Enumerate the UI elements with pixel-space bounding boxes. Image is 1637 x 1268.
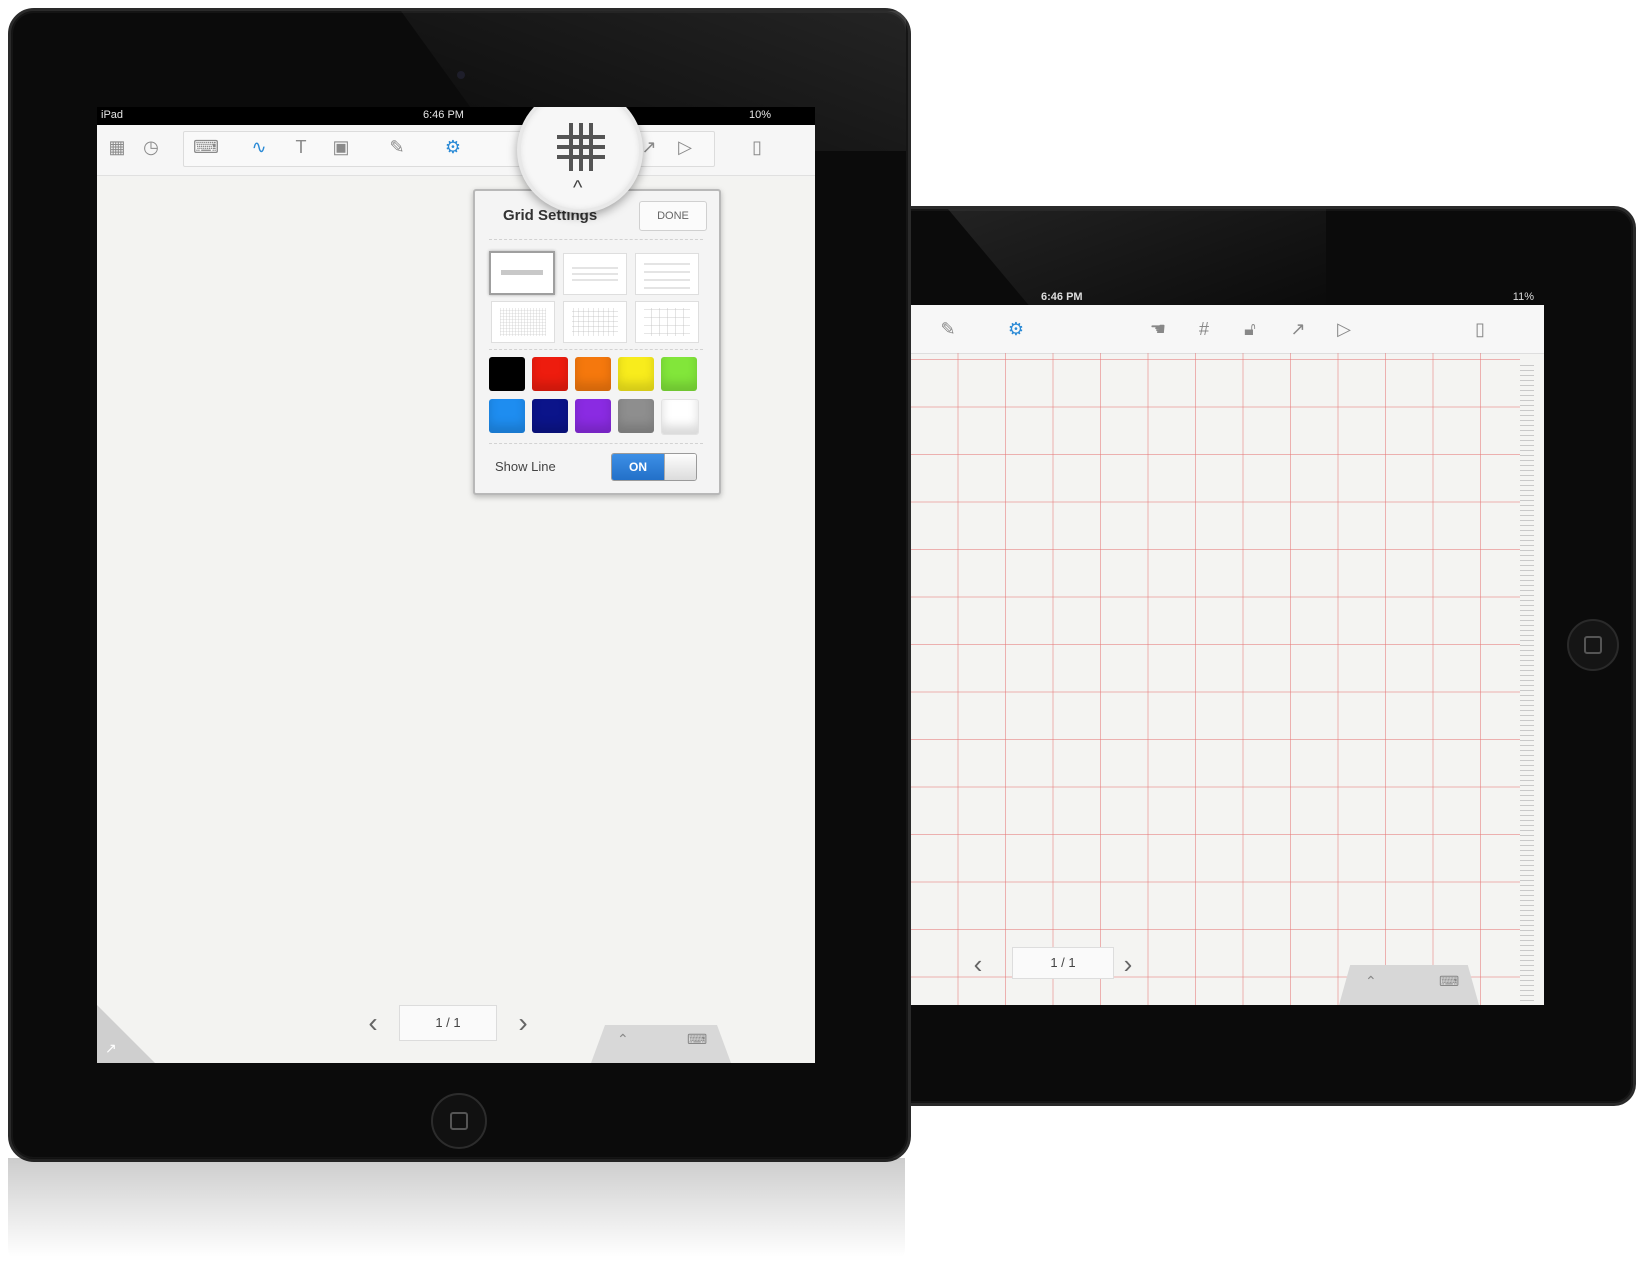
status-time: 6:46 PM [1041, 291, 1083, 303]
color-swatch[interactable] [489, 357, 525, 391]
double-line-icon [572, 267, 618, 281]
medium-grid-icon [572, 308, 618, 336]
grid-paper[interactable] [906, 353, 1520, 1005]
toggle-state: ON [612, 454, 664, 480]
toolbar: ▦ ◷ ⌨ ∿ T ▣ ✎ ⚙ ↗ ▷ ▯ [97, 125, 815, 176]
color-swatch[interactable] [532, 399, 568, 433]
line-style-triple[interactable] [635, 253, 699, 295]
toolbar: ✎ ⚙ ☚ # 🔓︎ ↗ ▷ ▯ [906, 305, 1544, 354]
single-line-icon [501, 270, 543, 275]
keyboard-icon[interactable]: ⌨ [193, 135, 219, 159]
triple-line-icon [644, 263, 690, 289]
home-button[interactable] [431, 1093, 487, 1149]
next-page-button[interactable]: › [1116, 949, 1140, 980]
color-swatch[interactable] [618, 357, 654, 391]
color-swatch[interactable] [661, 399, 699, 435]
grid-style-fine[interactable] [491, 301, 555, 343]
status-time: 6:46 PM [423, 109, 464, 121]
landscape-ipad: 6:46 PM 11% ✎ ⚙ ☚ # 🔓︎ ↗ ▷ ▯ ‹ 1 / 1 › ⌃… [906, 206, 1636, 1106]
color-swatch[interactable] [489, 399, 525, 433]
show-line-label: Show Line [495, 459, 556, 474]
camera [457, 71, 465, 79]
grid-icon[interactable] [555, 121, 607, 173]
share-icon[interactable]: ↗ [1286, 317, 1310, 341]
bottom-tray[interactable]: ⌃ ⌨ [1339, 965, 1479, 1005]
grid-settings-popover: Grid Settings DONE Show Line ON [473, 189, 721, 495]
done-button[interactable]: DONE [639, 201, 707, 231]
grid-style-medium[interactable] [563, 301, 627, 343]
grid-style-large[interactable] [635, 301, 699, 343]
text-icon[interactable]: T [291, 135, 311, 159]
apps-grid-icon[interactable]: ▦ [107, 135, 127, 159]
pen-icon[interactable]: ∿ [249, 135, 269, 159]
caret-icon: ^ [573, 177, 583, 199]
device-reflection [8, 1158, 905, 1268]
divider [489, 239, 703, 240]
settings-gear-icon[interactable]: ⚙ [443, 135, 463, 159]
keyboard-icon[interactable]: ⌨ [1439, 973, 1459, 990]
chevron-up-icon[interactable]: ⌃ [1365, 973, 1377, 990]
status-bar: 6:46 PM 11% [906, 289, 1544, 305]
divider [489, 443, 703, 444]
color-swatch[interactable] [575, 399, 611, 433]
play-icon[interactable]: ▷ [1332, 317, 1356, 341]
chevron-up-icon[interactable]: ⌃ [617, 1031, 629, 1048]
color-swatch[interactable] [618, 399, 654, 433]
hand-icon[interactable]: ☚ [1146, 317, 1170, 341]
keyboard-icon[interactable]: ⌨ [687, 1031, 707, 1048]
color-swatch[interactable] [532, 357, 568, 391]
note-icon[interactable]: ✎ [936, 317, 960, 341]
page-count: 1 / 1 [1012, 947, 1114, 979]
page-count: 1 / 1 [399, 1005, 497, 1041]
clock-icon[interactable]: ◷ [141, 135, 161, 159]
bookmark-icon[interactable]: ▯ [1468, 317, 1492, 341]
bottom-tray[interactable]: ⌃ ⌨ [591, 1025, 731, 1063]
status-battery: 10% [749, 109, 772, 121]
prev-page-button[interactable]: ‹ [966, 949, 990, 980]
play-icon[interactable]: ▷ [675, 135, 695, 159]
portrait-screen: iPad 6:46 PM 10% ▦ ◷ ⌨ ∿ T ▣ ✎ ⚙ ↗ ▷ ▯ G… [97, 107, 815, 1063]
page-curl-icon[interactable]: ↗ [105, 1040, 117, 1057]
large-grid-icon [644, 308, 690, 336]
next-page-button[interactable]: › [511, 1007, 535, 1039]
line-style-single[interactable] [489, 251, 555, 295]
bookmark-icon[interactable]: ▯ [747, 135, 767, 159]
home-square-icon [450, 1112, 468, 1130]
grid-icon[interactable]: # [1192, 317, 1216, 341]
lock-icon[interactable]: 🔓︎ [1238, 317, 1262, 341]
page-ruler [1520, 365, 1534, 1005]
home-square-icon [1584, 636, 1602, 654]
toggle-knob[interactable] [664, 454, 696, 480]
home-button[interactable] [1567, 619, 1619, 671]
portrait-ipad: iPad 6:46 PM 10% ▦ ◷ ⌨ ∿ T ▣ ✎ ⚙ ↗ ▷ ▯ G… [8, 8, 911, 1162]
line-style-double[interactable] [563, 253, 627, 295]
page-navigator: ‹ 1 / 1 › [361, 1005, 591, 1045]
status-carrier: iPad [101, 109, 124, 121]
status-battery: 11% [1512, 291, 1534, 303]
image-icon[interactable]: ▣ [331, 135, 351, 159]
prev-page-button[interactable]: ‹ [361, 1007, 385, 1039]
fine-grid-icon [500, 308, 546, 336]
show-line-toggle[interactable]: ON [611, 453, 697, 481]
color-swatch[interactable] [661, 357, 697, 391]
divider [489, 349, 703, 350]
landscape-screen: ✎ ⚙ ☚ # 🔓︎ ↗ ▷ ▯ ‹ 1 / 1 › ⌃ ⌨ [906, 305, 1544, 1005]
status-bar: iPad 6:46 PM 10% [97, 107, 815, 125]
settings-gear-icon[interactable]: ⚙ [1004, 317, 1028, 341]
page-navigator: ‹ 1 / 1 › [966, 945, 1186, 981]
color-swatch[interactable] [575, 357, 611, 391]
note-icon[interactable]: ✎ [387, 135, 407, 159]
